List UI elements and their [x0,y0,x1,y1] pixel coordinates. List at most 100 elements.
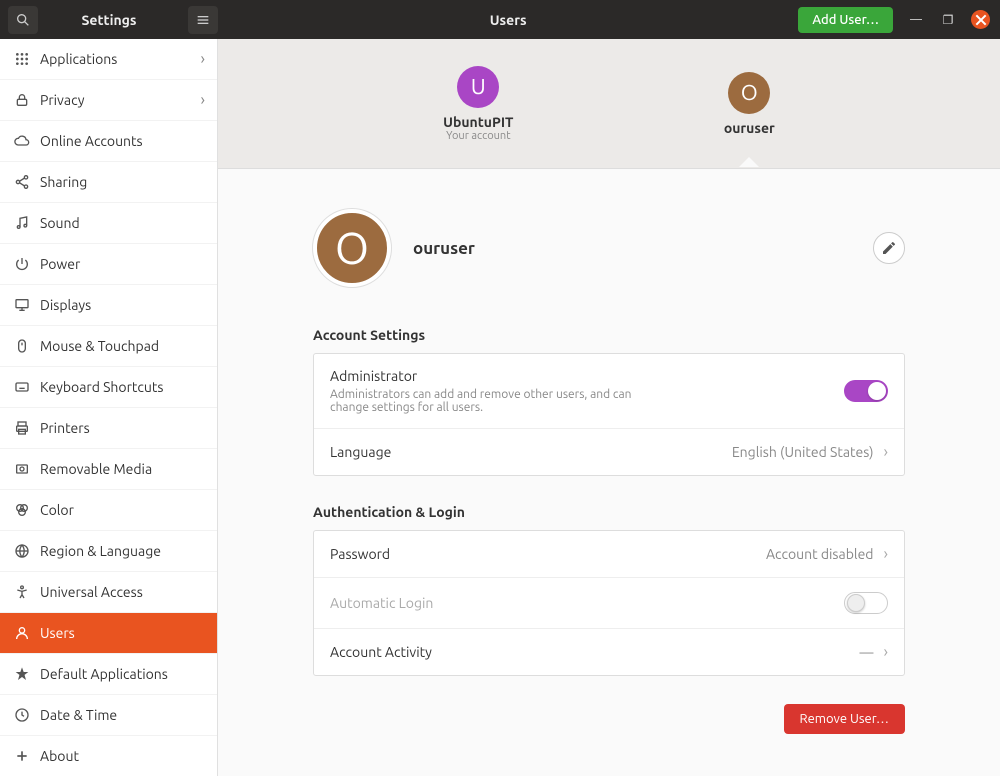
sidebar-item-about[interactable]: About [0,736,217,776]
music-icon [12,215,32,231]
lock-icon [12,92,32,108]
sidebar-item-label: Users [40,625,75,641]
chevron-right-icon: › [201,91,206,109]
avatar-large[interactable]: O [313,209,391,287]
settings-sidebar: Applications › Privacy › Online Accounts Shar… [0,39,218,776]
administrator-toggle[interactable] [844,380,888,402]
user-tab-ubuntupit[interactable]: U UbuntuPITYour account [443,66,513,142]
account-settings-title: Account Settings [313,327,905,343]
avatar: O [728,72,770,114]
cloud-icon [12,133,32,149]
window-close[interactable] [971,10,990,29]
user-tab-name: UbuntuPIT [443,114,513,130]
sidebar-item-label: Online Accounts [40,133,143,149]
sidebar-item-label: Power [40,256,80,272]
sidebar-item-color[interactable]: Color [0,490,217,531]
media-icon [12,461,32,477]
sidebar-item-label: Keyboard Shortcuts [40,379,163,395]
display-icon [12,297,32,313]
profile-name: ouruser [413,239,475,258]
sidebar-item-mouse-touchpad[interactable]: Mouse & Touchpad [0,326,217,367]
window-maximize[interactable]: ❐ [939,11,957,29]
password-row[interactable]: Password Account disabled › [314,531,904,578]
admin-label: Administrator [330,368,650,384]
power-icon [12,256,32,272]
sidebar-item-displays[interactable]: Displays [0,285,217,326]
user-tab-name: ouruser [724,120,775,136]
user-tab-sub: Your account [446,130,510,142]
search-icon [15,12,31,28]
sidebar-item-label: Sound [40,215,80,231]
sidebar-item-label: Region & Language [40,543,161,559]
keyboard-icon [12,379,32,395]
sidebar-item-sharing[interactable]: Sharing [0,162,217,203]
edit-name-button[interactable] [873,232,905,264]
autologin-row[interactable]: Automatic Login [314,578,904,629]
sidebar-item-label: Date & Time [40,707,117,723]
sidebar-item-privacy[interactable]: Privacy › [0,80,217,121]
globe-icon [12,543,32,559]
sidebar-item-universal-access[interactable]: Universal Access [0,572,217,613]
chevron-right-icon: › [884,643,889,661]
auth-login-title: Authentication & Login [313,504,905,520]
panel-title: Users [218,12,798,28]
autologin-label: Automatic Login [330,595,433,611]
sidebar-item-label: Removable Media [40,461,152,477]
chevron-right-icon: › [201,50,206,68]
window-minimize[interactable]: — [907,11,925,29]
sidebar-item-keyboard-shortcuts[interactable]: Keyboard Shortcuts [0,367,217,408]
sidebar-title: Settings [38,12,180,28]
sidebar-item-removable-media[interactable]: Removable Media [0,449,217,490]
sidebar-item-label: Displays [40,297,91,313]
share-icon [12,174,32,190]
sidebar-item-region-language[interactable]: Region & Language [0,531,217,572]
administrator-row[interactable]: Administrator Administrators can add and… [314,354,904,429]
language-label: Language [330,444,391,460]
color-icon [12,502,32,518]
sidebar-item-sound[interactable]: Sound [0,203,217,244]
user-switcher: U UbuntuPITYour account Oouruser [218,39,1000,169]
sidebar-item-users[interactable]: Users [0,613,217,654]
sidebar-item-label: About [40,748,79,764]
avatar: U [457,66,499,108]
admin-description: Administrators can add and remove other … [330,388,650,414]
sidebar-item-date-time[interactable]: Date & Time [0,695,217,736]
chevron-right-icon: › [884,545,889,563]
sidebar-item-label: Privacy [40,92,84,108]
grid-icon [12,51,32,67]
sidebar-item-label: Applications [40,51,117,67]
printer-icon [12,420,32,436]
close-icon [973,12,989,28]
sidebar-item-online-accounts[interactable]: Online Accounts [0,121,217,162]
sidebar-item-label: Default Applications [40,666,168,682]
pencil-icon [881,240,897,256]
sidebar-item-label: Color [40,502,74,518]
star-icon [12,666,32,682]
search-button[interactable] [8,6,38,34]
activity-value: — [860,644,874,660]
sidebar-item-label: Mouse & Touchpad [40,338,159,354]
language-row[interactable]: Language English (United States) › [314,429,904,475]
add-user-button[interactable]: Add User… [798,7,893,33]
sidebar-item-default-applications[interactable]: Default Applications [0,654,217,695]
mouse-icon [12,338,32,354]
hamburger-button[interactable] [188,6,218,34]
user-tab-ouruser[interactable]: Oouruser [724,72,775,136]
sidebar-item-printers[interactable]: Printers [0,408,217,449]
password-label: Password [330,546,390,562]
chevron-right-icon: › [884,443,889,461]
plus-icon [12,748,32,764]
sidebar-item-label: Sharing [40,174,87,190]
clock-icon [12,707,32,723]
user-icon [12,625,32,641]
password-value: Account disabled [766,546,874,562]
sidebar-item-applications[interactable]: Applications › [0,39,217,80]
sidebar-item-label: Universal Access [40,584,143,600]
language-value: English (United States) [732,444,874,460]
remove-user-button[interactable]: Remove User… [784,704,906,734]
sidebar-item-power[interactable]: Power [0,244,217,285]
activity-label: Account Activity [330,644,432,660]
activity-row[interactable]: Account Activity — › [314,629,904,675]
sidebar-item-label: Printers [40,420,90,436]
autologin-toggle[interactable] [844,592,888,614]
